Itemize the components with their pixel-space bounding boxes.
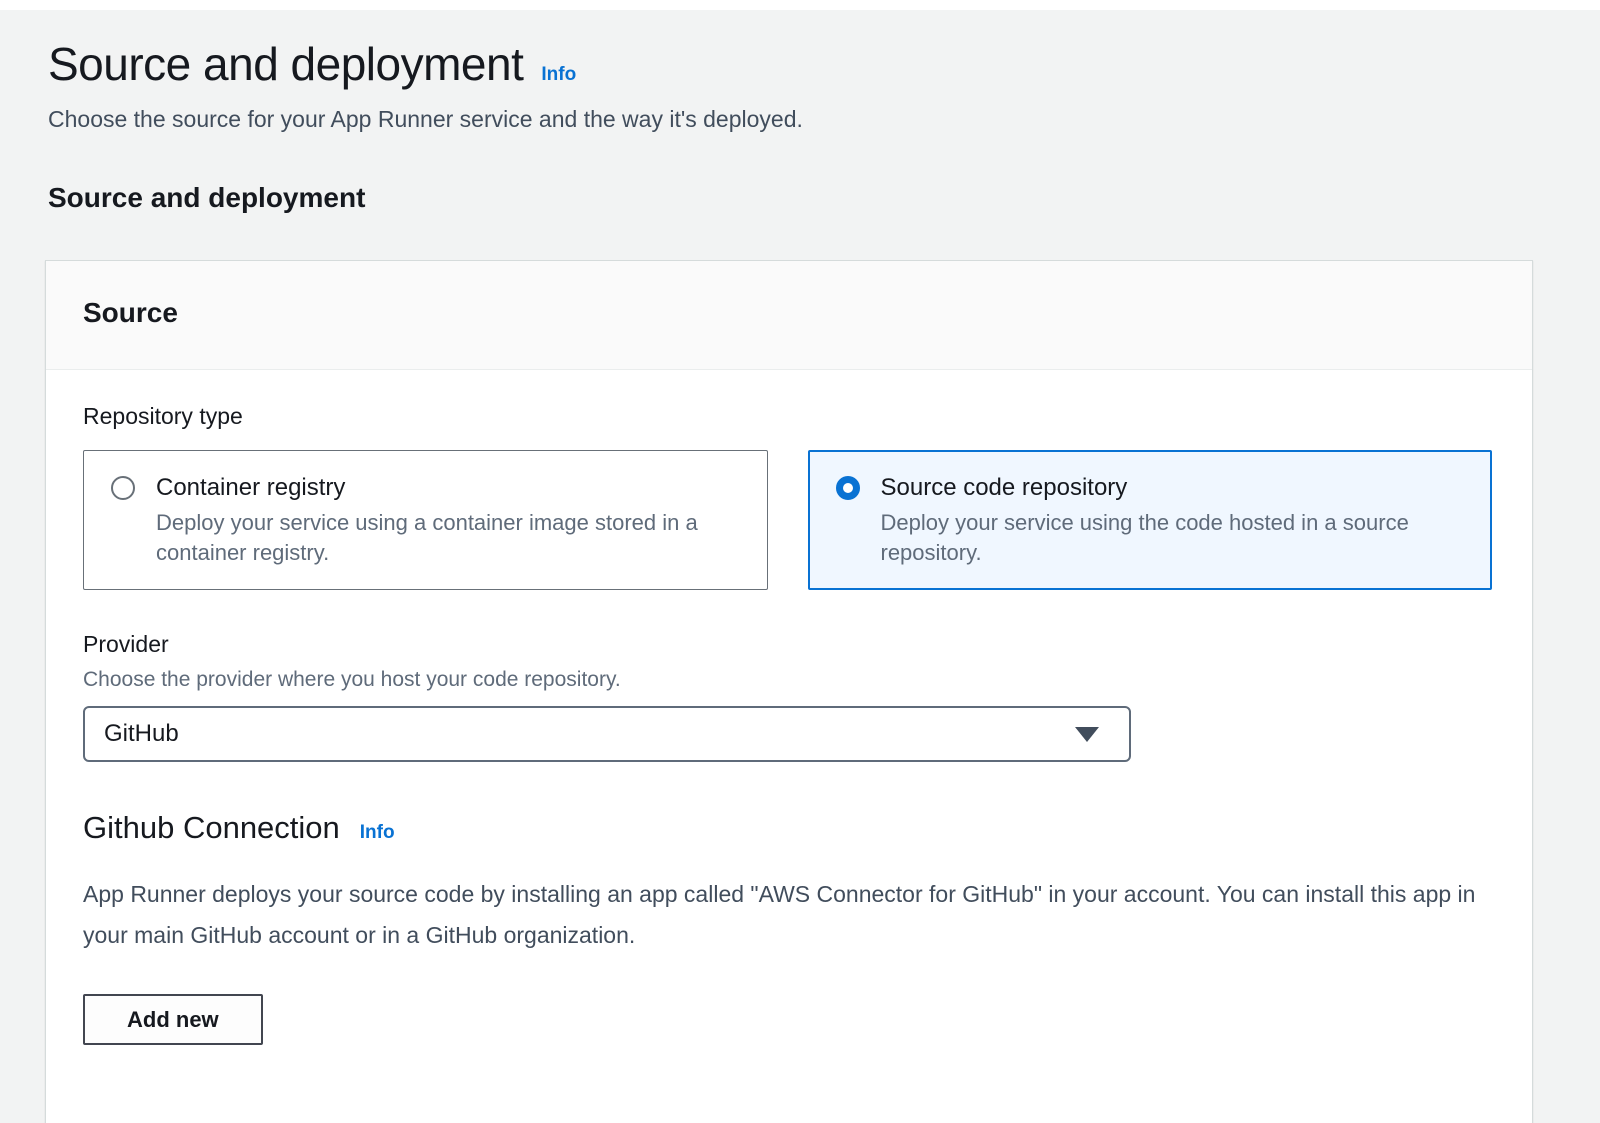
section-heading: Source and deployment bbox=[45, 182, 1555, 214]
tile-description: Deploy your service using the code hoste… bbox=[881, 508, 1441, 568]
github-connection-header: Github Connection Info bbox=[83, 810, 1492, 846]
source-panel-title: Source bbox=[83, 297, 1494, 329]
radio-selected-icon[interactable] bbox=[836, 476, 860, 500]
tile-container-registry[interactable]: Container registry Deploy your service u… bbox=[83, 450, 768, 590]
github-connection-description: App Runner deploys your source code by i… bbox=[83, 874, 1492, 956]
provider-description: Choose the provider where you host your … bbox=[83, 667, 1492, 693]
add-new-button[interactable]: Add new bbox=[83, 994, 263, 1045]
repository-type-label: Repository type bbox=[83, 402, 1492, 430]
tile-title: Source code repository bbox=[881, 472, 1441, 503]
caret-down-icon bbox=[1075, 727, 1099, 742]
source-panel-header: Source bbox=[46, 261, 1532, 370]
page-title: Source and deployment bbox=[48, 38, 523, 90]
provider-select[interactable]: GitHub bbox=[83, 706, 1131, 762]
page-subtitle: Choose the source for your App Runner se… bbox=[45, 104, 1555, 134]
page-header: Source and deployment Info bbox=[45, 38, 1555, 90]
radio-unselected-icon[interactable] bbox=[111, 476, 135, 500]
tile-text: Container registry Deploy your service u… bbox=[156, 472, 716, 568]
source-and-deployment-page: Source and deployment Info Choose the so… bbox=[0, 10, 1600, 1123]
page-title-info-link[interactable]: Info bbox=[541, 64, 576, 86]
top-white-strip bbox=[0, 0, 1600, 10]
tile-source-code-repository[interactable]: Source code repository Deploy your servi… bbox=[808, 450, 1493, 590]
source-panel: Source Repository type Container registr… bbox=[45, 260, 1533, 1123]
github-connection-heading: Github Connection bbox=[83, 810, 340, 846]
repository-type-tiles: Container registry Deploy your service u… bbox=[83, 450, 1492, 590]
tile-text: Source code repository Deploy your servi… bbox=[881, 472, 1441, 568]
tile-title: Container registry bbox=[156, 472, 716, 503]
provider-selected-value: GitHub bbox=[104, 720, 179, 748]
github-connection-info-link[interactable]: Info bbox=[360, 822, 395, 844]
provider-field: Provider Choose the provider where you h… bbox=[83, 630, 1492, 762]
source-panel-body: Repository type Container registry Deplo… bbox=[46, 370, 1532, 1123]
tile-description: Deploy your service using a container im… bbox=[156, 508, 716, 568]
provider-label: Provider bbox=[83, 630, 1492, 658]
